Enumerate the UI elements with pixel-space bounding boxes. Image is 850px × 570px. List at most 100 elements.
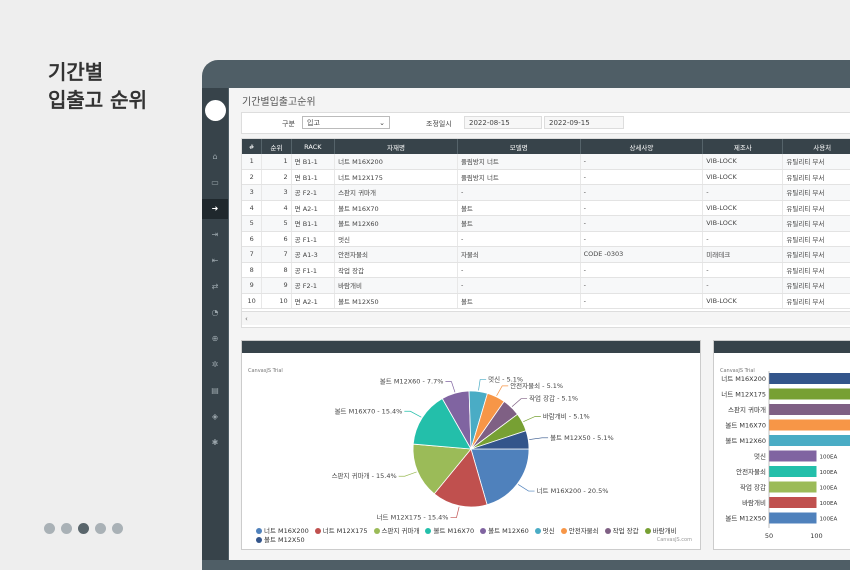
bar[interactable]	[769, 435, 850, 446]
table-cell: VIB-LOCK	[702, 169, 784, 185]
table-row[interactable]: 66공 F1-1 멋신 - - - 유틸리티 부서	[242, 231, 850, 247]
column-header[interactable]: 상세사양	[580, 139, 704, 154]
legend-item[interactable]: 볼트 M16X70	[425, 527, 474, 536]
table-cell: 볼트	[457, 215, 581, 232]
bar[interactable]	[769, 373, 850, 384]
legend-item[interactable]: 바람개비	[644, 527, 677, 536]
table-row[interactable]: 11면 B1-1 너트 M16X200 풀림방지 너트 - VIB-LOCK 유틸리티 부…	[242, 154, 850, 170]
legend-item[interactable]: 볼트 M12X50	[256, 536, 305, 545]
table-cell: 미래테크	[702, 246, 784, 263]
table-cell: 볼트	[457, 200, 581, 216]
table-row[interactable]: 88공 F1-1 작업 장갑 - - - 유틸리티 부서	[242, 262, 850, 278]
column-header[interactable]: 사용처	[782, 139, 850, 154]
legend-item[interactable]: 너트 M16X200	[256, 527, 309, 536]
exchange-icon[interactable]: ⇄	[202, 277, 228, 297]
pie-chart-icon[interactable]: ◔	[202, 303, 228, 323]
legend-marker-icon	[256, 537, 262, 543]
table-row[interactable]: 33공 F2-1 스판지 귀마개 - - - 유틸리티 부서	[242, 184, 850, 201]
bar[interactable]	[769, 497, 817, 508]
table-cell: 면 A2-1	[291, 200, 336, 216]
table-cell: 9	[261, 277, 292, 294]
table-row[interactable]: 44면 A2-1 볼트 M16X70 볼트 - VIB-LOCK 유틸리티 부서	[242, 200, 850, 216]
avatar[interactable]	[205, 100, 226, 121]
app-window: 기간별입출고순위 구분 입고 ⌄ 조정일시 2022-08-15 2022-09…	[229, 88, 850, 560]
carousel-dot-3[interactable]	[78, 523, 89, 534]
bar-chart: 너트 M16X200 너트 M12X175 스판지 귀마개볼트 M16X70 볼트 M…	[721, 371, 850, 540]
hero-title-line1: 기간별	[48, 60, 104, 84]
column-header[interactable]: 자재명	[334, 139, 458, 154]
legend-label: 스판지 귀마개	[381, 527, 420, 535]
table-row[interactable]: 99공 F2-1 바람개비 - - - 유틸리티 부서	[242, 277, 850, 294]
page-title: 기간별입출고순위	[242, 97, 316, 108]
file-icon[interactable]: ▤	[202, 381, 228, 401]
carousel-dot-5[interactable]	[112, 523, 123, 534]
table-cell: 스판지 귀마개	[334, 184, 458, 201]
legend-label: 볼트 M12X60	[488, 527, 529, 535]
scroll-left-arrow-icon[interactable]: ‹	[245, 315, 248, 323]
column-header[interactable]: #	[242, 139, 263, 154]
bar[interactable]	[769, 481, 817, 493]
carousel-dot-4[interactable]	[95, 523, 106, 534]
legend-item[interactable]: 너트 M12X175	[314, 527, 368, 536]
table-cell: 유틸리티 부서	[782, 200, 850, 216]
table-cell: 볼트 M12X60	[334, 215, 458, 232]
bar-category-label: 볼트 M16X70	[725, 421, 766, 430]
pie-leader-line	[404, 410, 422, 418]
bar[interactable]	[769, 512, 817, 524]
table-cell: 면 B1-1	[291, 169, 336, 185]
legend-item[interactable]: 스판지 귀마개	[373, 527, 420, 536]
bar-category-label: 스판지 귀마개	[728, 405, 766, 414]
date-from-input[interactable]: 2022-08-15	[464, 116, 542, 129]
horizontal-scrollbar[interactable]: ‹	[242, 311, 850, 325]
bar[interactable]	[769, 388, 850, 400]
table-row[interactable]: 55면 B1-1 볼트 M12X60 볼트 - VIB-LOCK 유틸리티 부서	[242, 215, 850, 232]
table-cell: VIB-LOCK	[702, 215, 784, 232]
pie-leader-line	[450, 506, 460, 518]
sign-in-icon[interactable]: ➜	[202, 199, 228, 219]
date-to-input[interactable]: 2022-09-15	[544, 116, 624, 129]
column-header[interactable]: RACK	[291, 139, 336, 154]
table-cell: 6	[261, 231, 292, 247]
legend-marker-icon	[425, 528, 432, 534]
pie-chart: 너트 M16X200 - 20.5% 너트 M12X175 - 15.4% 스판지 …	[332, 375, 614, 522]
table-row[interactable]: 22면 B1-1 너트 M12X175 풀림방지 너트 - VIB-LOCK 유틸리티 부…	[242, 169, 850, 185]
column-header[interactable]: 순위	[261, 139, 292, 154]
legend-item[interactable]: 볼트 M12X60	[480, 527, 529, 536]
category-label: 구분	[282, 120, 295, 128]
carousel-dot-1[interactable]	[44, 523, 55, 534]
pie-data-label: 볼트 M12X50 - 5.1%	[550, 433, 614, 442]
pie-leader-line	[496, 385, 509, 396]
dropbox-icon[interactable]: ◈	[202, 407, 228, 427]
legend-item[interactable]: 작업 장갑	[604, 527, 639, 536]
column-header[interactable]: 모델명	[457, 139, 581, 154]
carousel-dot-2[interactable]	[61, 523, 72, 534]
category-select[interactable]: 입고 ⌄	[302, 116, 390, 129]
cogs-icon[interactable]: ✲	[202, 355, 228, 375]
pie-data-label: 볼트 M12X60 - 7.7%	[380, 377, 444, 386]
table-cell: 7	[261, 246, 292, 263]
pie-leader-line	[445, 381, 456, 393]
legend-item[interactable]: 안전자물쇠	[560, 527, 599, 536]
bar[interactable]	[769, 466, 817, 477]
filter-bar: 구분 입고 ⌄ 조정일시 2022-08-15 2022-09-15	[241, 112, 850, 134]
bar[interactable]	[769, 450, 817, 462]
legend-marker-icon	[314, 528, 321, 534]
legend-item[interactable]: 멋신	[534, 527, 555, 536]
bar[interactable]	[769, 419, 850, 431]
gear-icon[interactable]: ✱	[202, 433, 228, 453]
sign-out-icon[interactable]: ⇥	[202, 225, 228, 245]
table-row[interactable]: 10 10 면 A2-1 볼트 M12X50 볼트 - VIB-LOCK 유틸리티 부서	[242, 293, 850, 309]
home-icon[interactable]: ⌂	[202, 147, 228, 167]
column-header[interactable]: 제조사	[702, 139, 784, 154]
table-cell: -	[702, 231, 784, 247]
table-cell: 유틸리티 부서	[782, 293, 850, 309]
table-row[interactable]: 77공 A1-3 안전자물쇠 자물쇠 CODE -0303 미래테크 유틸리티 부서	[242, 246, 850, 263]
table-cell: 너트 M12X175	[334, 169, 458, 185]
search-plus-icon[interactable]: ⊕	[202, 329, 228, 349]
table-cell: VIB-LOCK	[702, 293, 784, 309]
table-cell: 풀림방지 너트	[457, 154, 581, 170]
sign-out-alt-icon[interactable]: ⇤	[202, 251, 228, 271]
inbox-icon[interactable]: ▭	[202, 173, 228, 193]
bar[interactable]	[769, 404, 850, 415]
table-cell: 5	[242, 215, 263, 232]
